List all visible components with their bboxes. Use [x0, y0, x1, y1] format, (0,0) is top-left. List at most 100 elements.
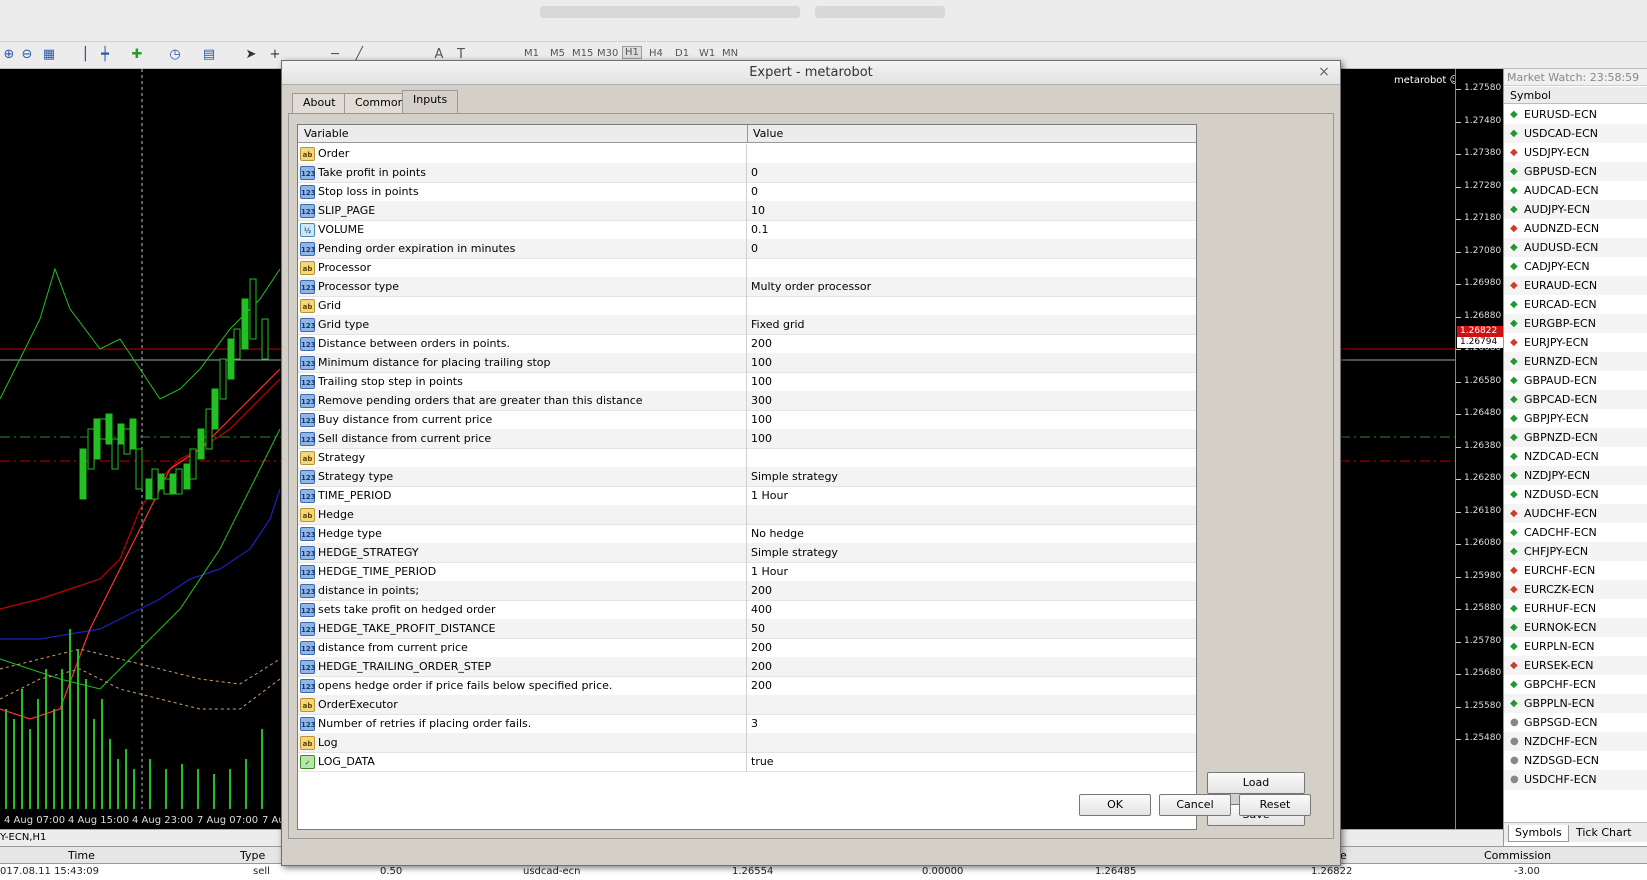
input-value[interactable]: Simple strategy: [748, 467, 1196, 487]
col-price[interactable]: e: [1340, 849, 1347, 862]
market-watch-symbol[interactable]: ◆ EURNZD-ECN: [1504, 352, 1647, 372]
tab-inputs[interactable]: Inputs: [402, 90, 459, 114]
input-row[interactable]: 123 Remove pending orders that are greate…: [298, 391, 1196, 411]
input-row[interactable]: 123 Number of retries if placing order fa…: [298, 714, 1196, 734]
input-value[interactable]: Simple strategy: [748, 543, 1196, 563]
market-watch-symbol[interactable]: ◆ NZDCAD-ECN: [1504, 447, 1647, 467]
input-value[interactable]: [748, 505, 1196, 525]
market-watch-symbol[interactable]: ● NZDCHF-ECN: [1504, 732, 1647, 752]
market-watch-symbol[interactable]: ◆ CADCHF-ECN: [1504, 523, 1647, 543]
tab-symbols[interactable]: Symbols: [1508, 825, 1569, 842]
input-row[interactable]: ab OrderExecutor: [298, 695, 1196, 715]
market-watch-symbol[interactable]: ● USDCHF-ECN: [1504, 770, 1647, 790]
input-value[interactable]: [748, 296, 1196, 316]
timeframe-mn[interactable]: MN: [722, 48, 738, 59]
market-watch-symbol[interactable]: ◆ EURCAD-ECN: [1504, 295, 1647, 315]
periods-icon[interactable]: ◷: [166, 47, 184, 63]
input-row[interactable]: 123 HEDGE_TRAILING_ORDER_STEP 200: [298, 657, 1196, 677]
market-watch-symbol[interactable]: ● NZDSGD-ECN: [1504, 751, 1647, 771]
input-value[interactable]: 0.1: [748, 220, 1196, 240]
market-watch-symbol[interactable]: ◆ EURNOK-ECN: [1504, 618, 1647, 638]
input-row[interactable]: 123 SLIP_PAGE 10: [298, 201, 1196, 221]
timeframe-h1[interactable]: H1: [622, 46, 642, 59]
input-row[interactable]: ab Strategy: [298, 448, 1196, 468]
input-row[interactable]: 123 HEDGE_STRATEGY Simple strategy: [298, 543, 1196, 563]
input-value[interactable]: [748, 448, 1196, 468]
cancel-button[interactable]: Cancel: [1159, 794, 1231, 816]
input-row[interactable]: ✓ LOG_DATA true: [298, 752, 1196, 772]
input-value[interactable]: 400: [748, 600, 1196, 620]
templates-icon[interactable]: ▤: [200, 47, 218, 63]
market-watch-symbol[interactable]: ◆ GBPJPY-ECN: [1504, 409, 1647, 429]
market-watch-symbol[interactable]: ◆ AUDCAD-ECN: [1504, 181, 1647, 201]
input-value[interactable]: 200: [748, 676, 1196, 696]
input-row[interactable]: 123 opens hedge order if price fails belo…: [298, 676, 1196, 696]
input-value[interactable]: true: [748, 752, 1196, 772]
timeframe-w1[interactable]: W1: [699, 48, 715, 59]
tab-about[interactable]: About: [292, 93, 347, 113]
input-row[interactable]: ab Log: [298, 733, 1196, 753]
chart-shift-icon[interactable]: ┿: [96, 47, 114, 63]
input-row[interactable]: 123 Strategy type Simple strategy: [298, 467, 1196, 487]
input-value[interactable]: 0: [748, 182, 1196, 202]
input-value[interactable]: No hedge: [748, 524, 1196, 544]
input-value[interactable]: 100: [748, 410, 1196, 430]
input-value[interactable]: 100: [748, 429, 1196, 449]
input-value[interactable]: 100: [748, 372, 1196, 392]
market-watch-symbol[interactable]: ◆ GBPNZD-ECN: [1504, 428, 1647, 448]
market-watch-symbol[interactable]: ◆ EURUSD-ECN: [1504, 105, 1647, 125]
market-watch-symbol[interactable]: ◆ GBPAUD-ECN: [1504, 371, 1647, 391]
market-watch-symbol[interactable]: ◆ NZDJPY-ECN: [1504, 466, 1647, 486]
input-row[interactable]: 123 Hedge type No hedge: [298, 524, 1196, 544]
input-value[interactable]: 10: [748, 201, 1196, 221]
input-row[interactable]: ½ VOLUME 0.1: [298, 220, 1196, 240]
market-watch-symbol[interactable]: ◆ EURCHF-ECN: [1504, 561, 1647, 581]
input-row[interactable]: 123 HEDGE_TAKE_PROFIT_DISTANCE 50: [298, 619, 1196, 639]
input-value[interactable]: 200: [748, 334, 1196, 354]
col-value[interactable]: Value: [753, 127, 783, 140]
col-type[interactable]: Type: [240, 849, 265, 862]
close-icon[interactable]: ×: [1316, 64, 1332, 80]
market-watch-symbol[interactable]: ◆ USDCAD-ECN: [1504, 124, 1647, 144]
input-value[interactable]: 1 Hour: [748, 562, 1196, 582]
timeframe-m5[interactable]: M5: [550, 48, 565, 59]
input-row[interactable]: 123 Take profit in points 0: [298, 163, 1196, 183]
market-watch-symbol[interactable]: ◆ EURSEK-ECN: [1504, 656, 1647, 676]
input-row[interactable]: 123 sets take profit on hedged order 400: [298, 600, 1196, 620]
input-row[interactable]: 123 Trailing stop step in points 100: [298, 372, 1196, 392]
input-value[interactable]: 50: [748, 619, 1196, 639]
input-row[interactable]: 123 Sell distance from current price 100: [298, 429, 1196, 449]
cursor-icon[interactable]: ➤: [242, 47, 260, 63]
market-watch-symbol[interactable]: ◆ EURHUF-ECN: [1504, 599, 1647, 619]
input-row[interactable]: ab Hedge: [298, 505, 1196, 525]
input-value[interactable]: 100: [748, 353, 1196, 373]
timeframe-m30[interactable]: M30: [597, 48, 618, 59]
input-row[interactable]: 123 Processor type Multy order processor: [298, 277, 1196, 297]
autoscroll-icon[interactable]: ▕: [72, 47, 90, 63]
input-value[interactable]: [748, 258, 1196, 278]
market-watch-symbol[interactable]: ◆ CHFJPY-ECN: [1504, 542, 1647, 562]
input-value[interactable]: 3: [748, 714, 1196, 734]
market-watch-symbol[interactable]: ◆ GBPUSD-ECN: [1504, 162, 1647, 182]
load-button[interactable]: Load: [1207, 772, 1305, 794]
market-watch-header[interactable]: Symbol: [1504, 87, 1647, 104]
input-value[interactable]: [748, 733, 1196, 753]
input-value[interactable]: [748, 695, 1196, 715]
input-row[interactable]: 123 Stop loss in points 0: [298, 182, 1196, 202]
input-value[interactable]: 200: [748, 657, 1196, 677]
zoom-out-icon[interactable]: ⊖: [18, 47, 36, 63]
market-watch-symbol[interactable]: ◆ EURCZK-ECN: [1504, 580, 1647, 600]
market-watch-symbol[interactable]: ◆ CADJPY-ECN: [1504, 257, 1647, 277]
input-value[interactable]: 200: [748, 581, 1196, 601]
input-row[interactable]: 123 Buy distance from current price 100: [298, 410, 1196, 430]
col-commission[interactable]: Commission: [1484, 849, 1551, 862]
indicators-icon[interactable]: ✚: [128, 47, 146, 63]
input-row[interactable]: 123 Grid type Fixed grid: [298, 315, 1196, 335]
input-value[interactable]: Multy order processor: [748, 277, 1196, 297]
input-row[interactable]: 123 Minimum distance for placing trailing…: [298, 353, 1196, 373]
market-watch-symbol[interactable]: ◆ GBPCAD-ECN: [1504, 390, 1647, 410]
timeframe-h4[interactable]: H4: [649, 48, 663, 59]
input-row[interactable]: ab Grid: [298, 296, 1196, 316]
input-value[interactable]: [748, 144, 1196, 164]
market-watch-symbol[interactable]: ◆ EURGBP-ECN: [1504, 314, 1647, 334]
